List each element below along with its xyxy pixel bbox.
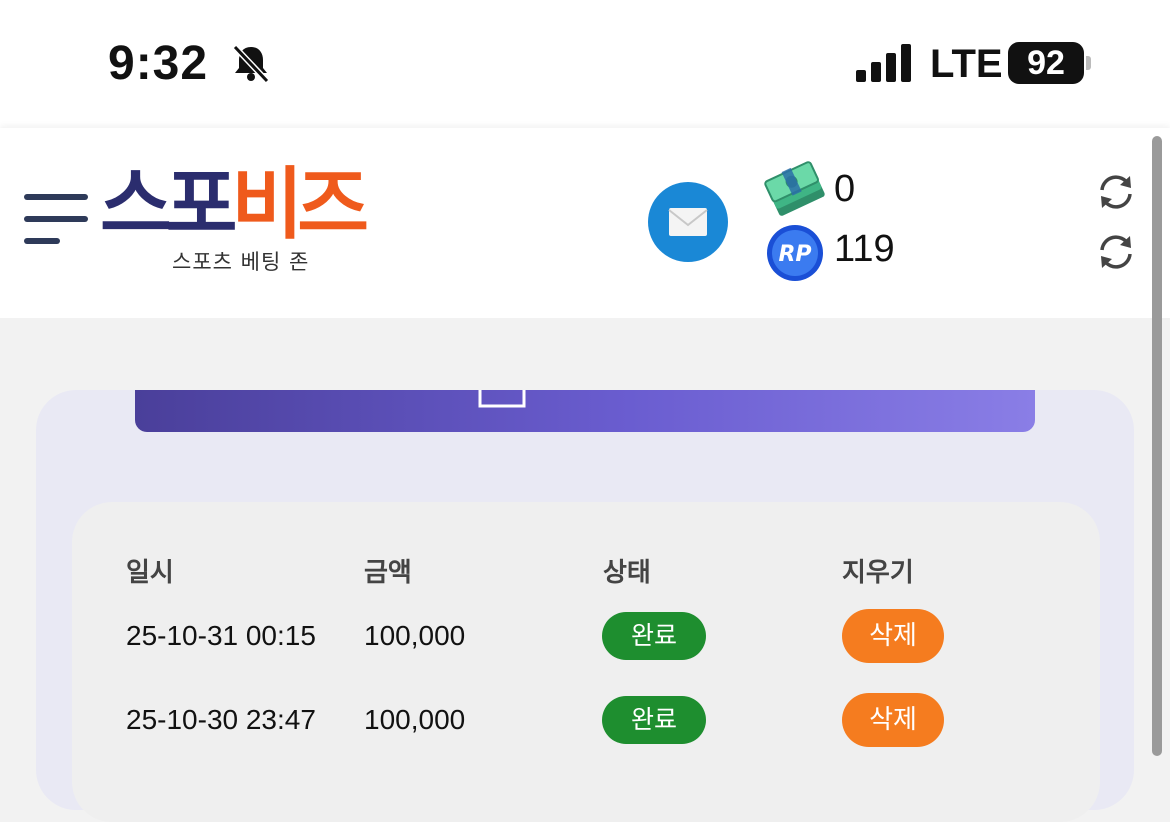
app-header: 스포비즈 스포츠 베팅 존 RP 0 119: [0, 128, 1170, 318]
column-header-datetime: 일시: [126, 558, 174, 588]
logo-text-navy: 스포: [100, 160, 238, 250]
status-badge: 완료: [602, 612, 706, 660]
delete-button[interactable]: 삭제: [842, 609, 944, 663]
status-badge: 완료: [602, 696, 706, 744]
status-bar: 9:32 LTE 92: [0, 0, 1170, 128]
cash-icon: [764, 161, 825, 216]
row-amount: 100,000: [364, 620, 466, 651]
mail-button[interactable]: [648, 182, 728, 262]
column-header-delete: 지우기: [842, 558, 914, 588]
rp-coin-icon: RP: [767, 225, 823, 281]
refresh-icon[interactable]: [1096, 232, 1136, 272]
logo-wordmark: 스포비즈: [100, 164, 369, 246]
row-amount: 100,000: [364, 704, 466, 735]
rolling-points: 119: [834, 228, 895, 270]
svg-text:RP: RP: [778, 242, 811, 267]
history-table: [72, 502, 1100, 822]
battery-icon: 92: [1008, 42, 1084, 84]
refresh-icon[interactable]: [1096, 172, 1136, 212]
battery-tip: [1086, 56, 1091, 70]
scrollbar[interactable]: [1152, 136, 1162, 756]
logo-text-orange: 비즈: [231, 160, 370, 250]
delete-button[interactable]: 삭제: [842, 693, 944, 747]
logo-subtitle: 스포츠 베팅 존: [172, 250, 310, 274]
site-logo[interactable]: 스포비즈 스포츠 베팅 존: [100, 164, 390, 284]
signal-bars-icon: [856, 44, 911, 82]
mail-icon: [668, 208, 708, 236]
header-shadow-band: [0, 318, 1150, 390]
row-datetime: 25-10-30 23:47: [126, 704, 316, 735]
money-balance: 0: [834, 168, 856, 210]
network-type: LTE: [930, 42, 1003, 86]
bell-slash-icon: [232, 44, 270, 84]
row-datetime: 25-10-31 00:15: [126, 620, 316, 651]
column-header-status: 상태: [603, 558, 651, 588]
menu-icon[interactable]: [24, 194, 94, 248]
column-header-amount: 금액: [364, 558, 412, 588]
clock-time: 9:32: [108, 37, 209, 90]
